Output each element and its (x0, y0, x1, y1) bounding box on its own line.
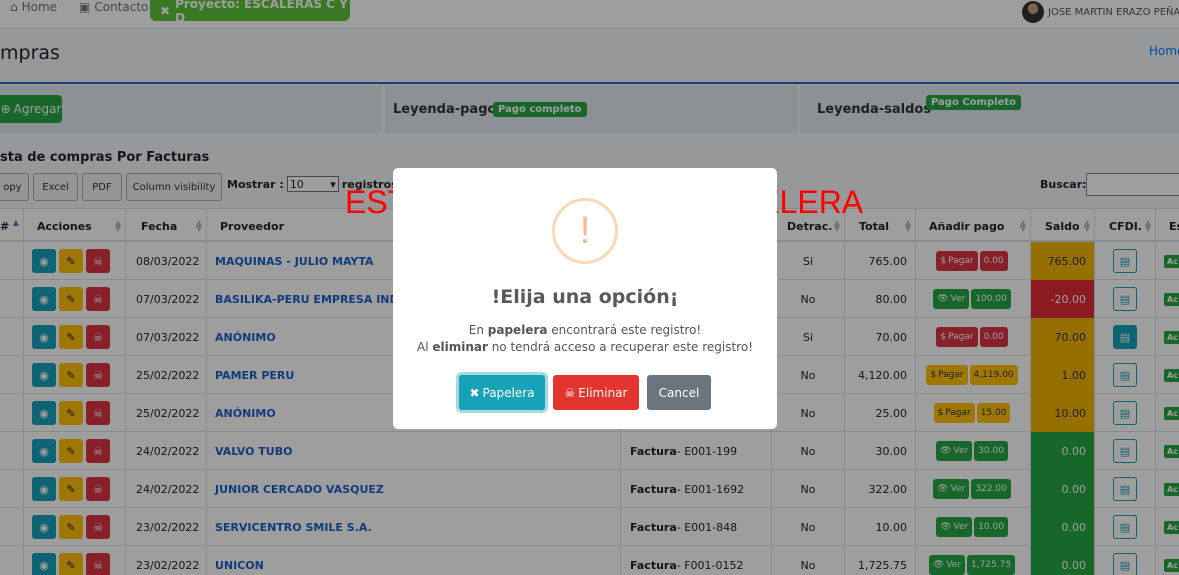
dialog-message: En papelera encontrará este registro! Al… (416, 323, 753, 354)
cancel-button[interactable]: Cancel (647, 375, 711, 410)
papelera-button[interactable]: ✖ Papelera (459, 375, 545, 410)
skull-crossbones-icon: ☠ (564, 385, 576, 400)
dialog-title: !Elija una opción¡ (491, 286, 679, 308)
eliminar-button[interactable]: ☠ Eliminar (553, 375, 639, 410)
confirm-dialog: ! !Elija una opción¡ En papelera encontr… (393, 168, 777, 429)
close-icon: ✖ (469, 385, 480, 400)
warning-icon: ! (552, 198, 618, 264)
